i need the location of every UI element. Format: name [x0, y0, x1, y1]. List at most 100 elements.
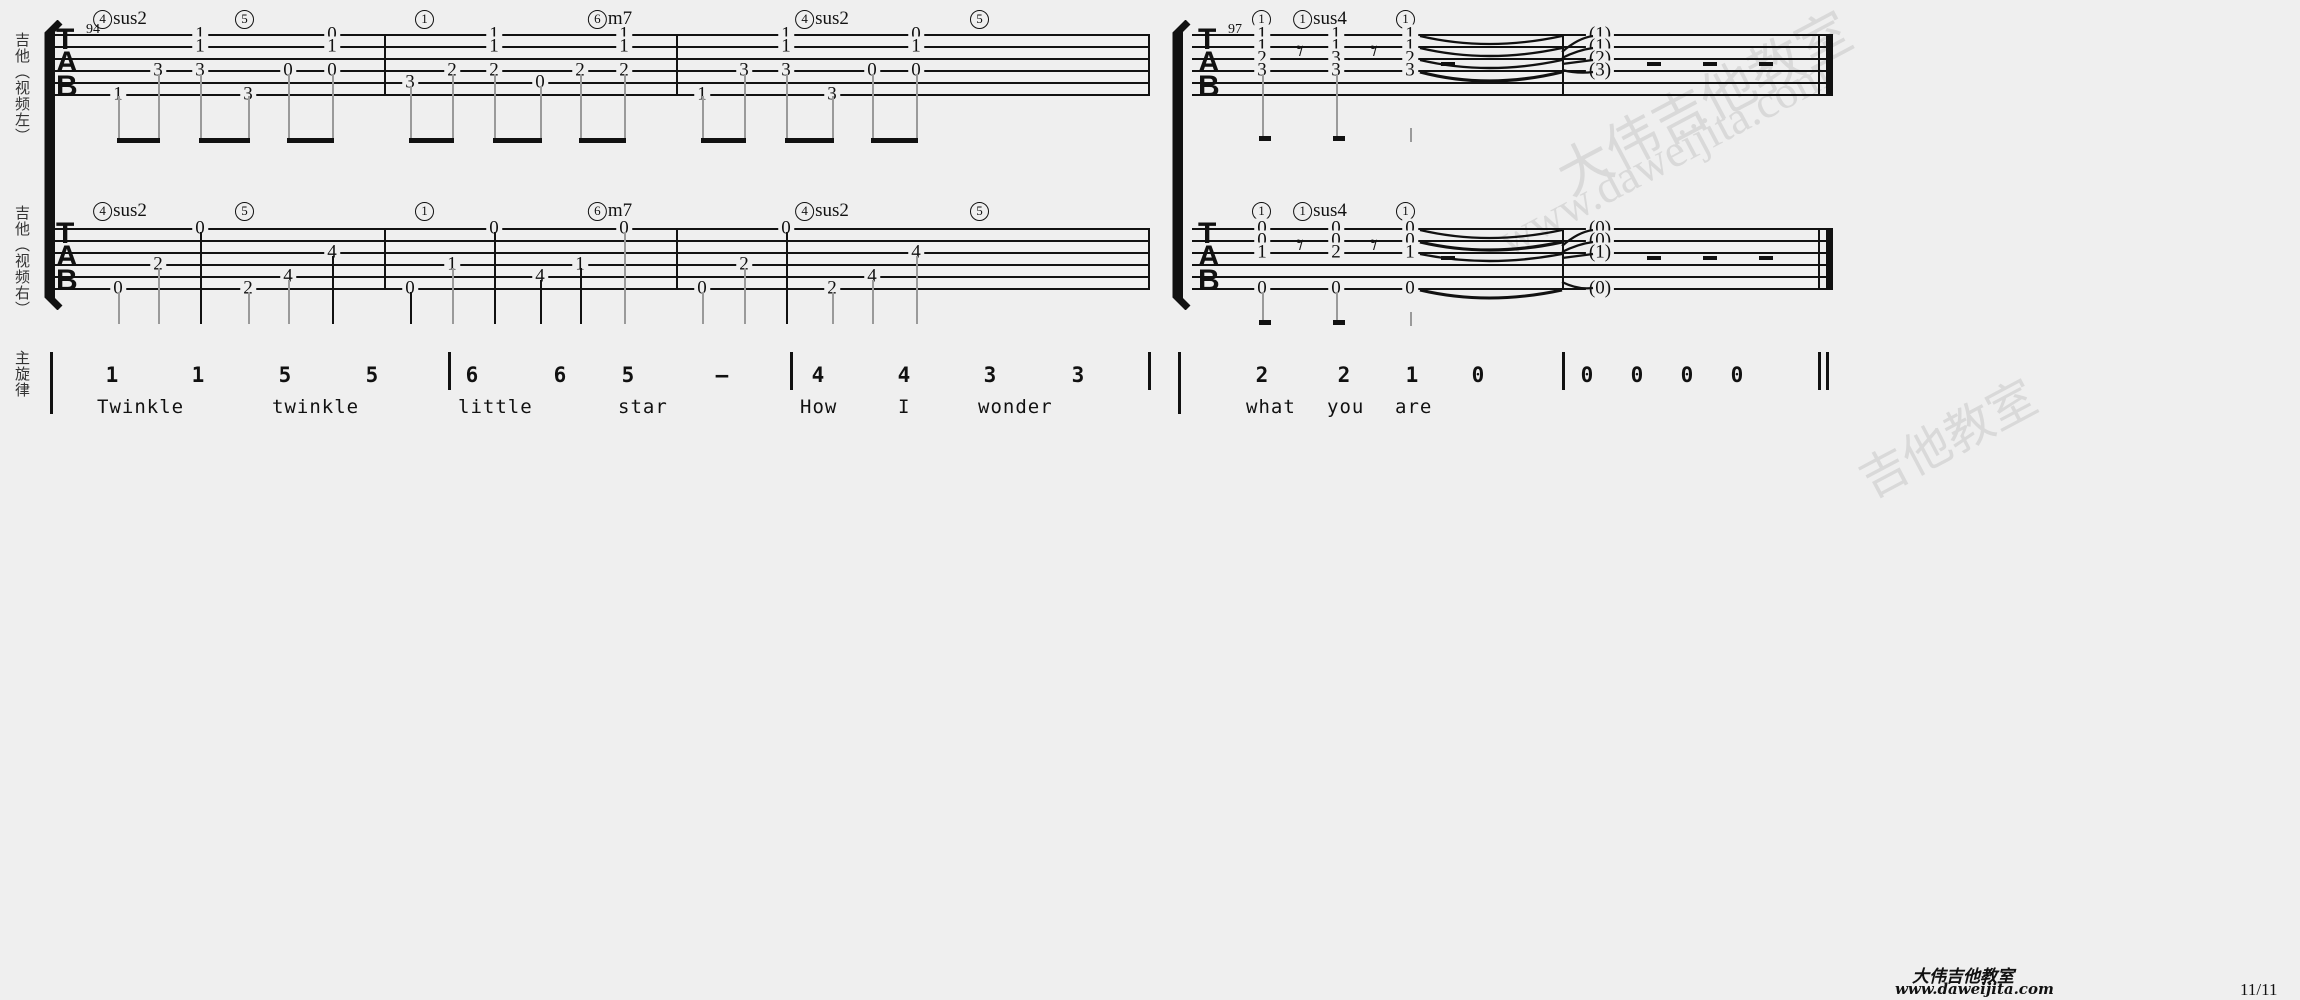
note-stem — [410, 292, 412, 324]
melody-note: 0 — [1680, 363, 1694, 387]
melody-left-barline — [1178, 352, 1181, 414]
tie-curves — [1419, 34, 1563, 83]
fret-note: 2 — [1328, 242, 1344, 262]
melody-note: 1 — [191, 363, 205, 387]
melody-barline — [1148, 352, 1151, 390]
melody-barline — [790, 352, 793, 390]
note-stem — [786, 74, 788, 142]
chord-string-circle: 4 — [795, 202, 815, 221]
note-stem — [624, 74, 626, 142]
note-beam — [871, 138, 918, 143]
chord-string-circle: 6 — [587, 10, 607, 29]
note-stem — [580, 74, 582, 142]
page-number: 11/11 — [2240, 980, 2278, 999]
chord-string-circle: 1 — [415, 202, 434, 221]
chord-string-circle: 5 — [970, 202, 989, 221]
melody-note: 4 — [811, 363, 825, 387]
note-stem — [580, 268, 582, 324]
melody-note: 3 — [1071, 363, 1085, 387]
note-stem — [494, 74, 496, 142]
note-stem — [158, 268, 160, 324]
note-stem — [494, 232, 496, 324]
melody-note: 1 — [1405, 363, 1419, 387]
note-beam — [785, 138, 834, 143]
melody-note: 4 — [897, 363, 911, 387]
note-stem — [332, 256, 334, 324]
lyric: are — [1395, 396, 1433, 418]
note-beam — [117, 138, 160, 143]
note-flag — [1333, 136, 1345, 141]
chord-suffix: sus2 — [815, 200, 849, 221]
fret-note: 3 — [1402, 60, 1418, 80]
chord-symbol-6: 5 — [970, 8, 990, 30]
tab-string-line-1 — [50, 228, 1150, 230]
tab-clef-guitar-left-system-2: T A B — [1198, 24, 1220, 101]
lyric: wonder — [978, 396, 1053, 418]
note-stem — [872, 280, 874, 324]
rest-dash — [1703, 256, 1717, 260]
note-stem — [288, 280, 290, 324]
chord-suffix: sus2 — [815, 8, 849, 29]
note-stem — [872, 74, 874, 142]
melody-note: 5 — [365, 363, 379, 387]
fret-note: 1 — [1254, 242, 1270, 262]
melody-note: 2 — [1255, 363, 1269, 387]
eighth-rest-icon: 𝄾 — [1370, 34, 1378, 69]
lyric: star — [618, 396, 668, 418]
melody-note: 3 — [983, 363, 997, 387]
final-barline-thin — [1818, 34, 1821, 96]
chord-string-circle: 5 — [235, 202, 254, 221]
rest-dash — [1647, 62, 1661, 66]
fret-note: 1 — [1402, 242, 1418, 262]
barline — [676, 34, 679, 96]
note-beam — [579, 138, 626, 143]
tab-letter-b: B — [56, 69, 78, 103]
melody-barline — [1562, 352, 1565, 390]
watermark-studio-2: 吉他教室 — [1851, 371, 2046, 509]
fret-note: 1 — [486, 36, 502, 56]
note-flag — [1333, 320, 1345, 325]
lyric: How — [800, 396, 838, 418]
note-stem — [452, 74, 454, 142]
chord-suffix: sus2 — [113, 200, 147, 221]
tab-clef-guitar-right-system-1: T A B — [56, 218, 78, 297]
tab-string-line-5 — [50, 82, 1150, 84]
note-stem — [916, 256, 918, 324]
tab-letter-b: B — [56, 263, 78, 297]
tab-string-line-4 — [50, 264, 1150, 266]
fret-note: 1 — [778, 36, 794, 56]
chord-symbol-1: 4 sus2 — [93, 8, 147, 30]
rest-dash — [1759, 62, 1773, 66]
melody-note: 0 — [1580, 363, 1594, 387]
tab-string-line-3 — [50, 58, 1150, 60]
staff-guitar-right-system-1 — [50, 228, 1150, 292]
melody-final-barline-thin — [1818, 352, 1821, 390]
final-barline-thin — [1818, 228, 1821, 290]
chord-symbol-2: 5 — [235, 200, 255, 222]
footer-website[interactable]: www.daweijita.com — [1895, 980, 2054, 998]
melody-final-barline-thick — [1826, 352, 1829, 390]
note-stem — [1410, 128, 1412, 142]
staff-guitar-left-system-1 — [50, 34, 1150, 98]
tab-string-line-6 — [50, 94, 1150, 96]
tie-curves — [1419, 228, 1563, 300]
note-beam — [199, 138, 250, 143]
chord-string-circle: 1 — [1293, 10, 1313, 29]
note-stem — [248, 292, 250, 324]
chord-string-circle: 5 — [235, 10, 254, 29]
barline-end-system-1-staff-2 — [1148, 228, 1151, 290]
note-beam — [493, 138, 542, 143]
fret-note: 1 — [192, 36, 208, 56]
note-stem — [540, 86, 542, 142]
chord-symbol-2: 5 — [235, 8, 255, 30]
fret-note: 1 — [616, 36, 632, 56]
label-guitar-left: 吉他（视频左） — [13, 32, 31, 144]
barline — [676, 228, 679, 290]
tie-dash — [1441, 256, 1455, 260]
melody-left-barline — [50, 352, 53, 414]
chord-string-circle: 4 — [93, 10, 113, 29]
tab-string-line-1 — [50, 34, 1150, 36]
rest-dash — [1759, 256, 1773, 260]
fret-note: 1 — [324, 36, 340, 56]
eighth-rest-icon: 𝄾 — [1296, 228, 1304, 263]
